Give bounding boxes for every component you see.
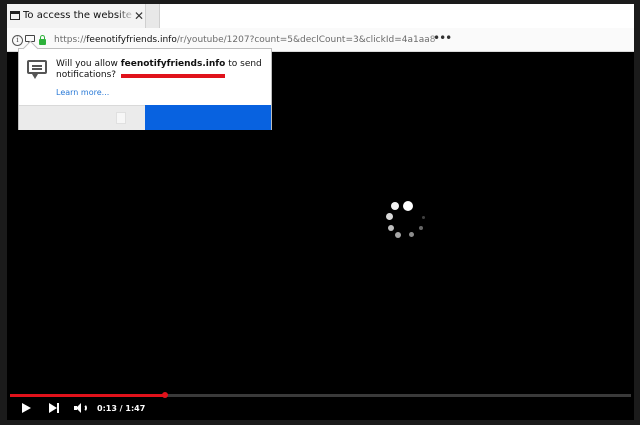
prompt-text-before: Will you allow [56, 59, 121, 69]
new-tab-button[interactable] [146, 4, 160, 28]
next-icon[interactable] [49, 403, 60, 413]
volume-icon[interactable] [74, 403, 90, 413]
block-button-mark [116, 112, 126, 124]
page-icon [10, 11, 20, 20]
loading-spinner-icon [373, 188, 433, 248]
prompt-highlight-underline [121, 74, 225, 78]
play-icon[interactable] [22, 403, 31, 413]
notification-permission-popup: Will you allow feenotifyfriends.info to … [18, 40, 272, 130]
spinner-dot [395, 232, 401, 238]
url-domain: feenotifyfriends.info [86, 35, 177, 45]
url-path: /r/youtube/1207?count=5&declCount=3&clic… [176, 35, 436, 45]
video-progress-handle[interactable] [162, 392, 169, 398]
learn-more-link[interactable]: Learn more... [56, 88, 109, 98]
spinner-dot [388, 225, 394, 231]
url-field[interactable]: https://feenotifyfriends.info/r/youtube/… [54, 33, 452, 47]
more-icon[interactable]: ••• [433, 32, 452, 46]
spinner-dot [409, 232, 414, 237]
spinner-dot [391, 202, 399, 210]
notification-icon [27, 60, 47, 79]
close-icon[interactable]: ✕ [132, 8, 146, 24]
tab-active[interactable]: To access the website cl ✕ [7, 4, 146, 28]
video-time: 0:13 / 1:47 [97, 404, 146, 413]
info-icon[interactable]: i [12, 35, 23, 46]
video-progress-fill [10, 394, 166, 397]
spinner-dot [419, 226, 423, 230]
spinner-dot [386, 213, 393, 220]
spinner-dot [422, 216, 425, 219]
url-scheme: https:// [54, 35, 87, 45]
lock-icon[interactable] [39, 35, 46, 45]
video-progress-bar[interactable] [10, 392, 631, 398]
tab-strip: To access the website cl ✕ [7, 4, 634, 28]
allow-button[interactable] [145, 105, 271, 130]
prompt-domain: feenotifyfriends.info [120, 59, 226, 69]
browser-window: To access the website cl ✕ i https://fee… [7, 4, 634, 420]
spinner-dot [403, 201, 413, 211]
block-button[interactable] [19, 105, 145, 130]
volume-icon-wave [81, 404, 87, 412]
